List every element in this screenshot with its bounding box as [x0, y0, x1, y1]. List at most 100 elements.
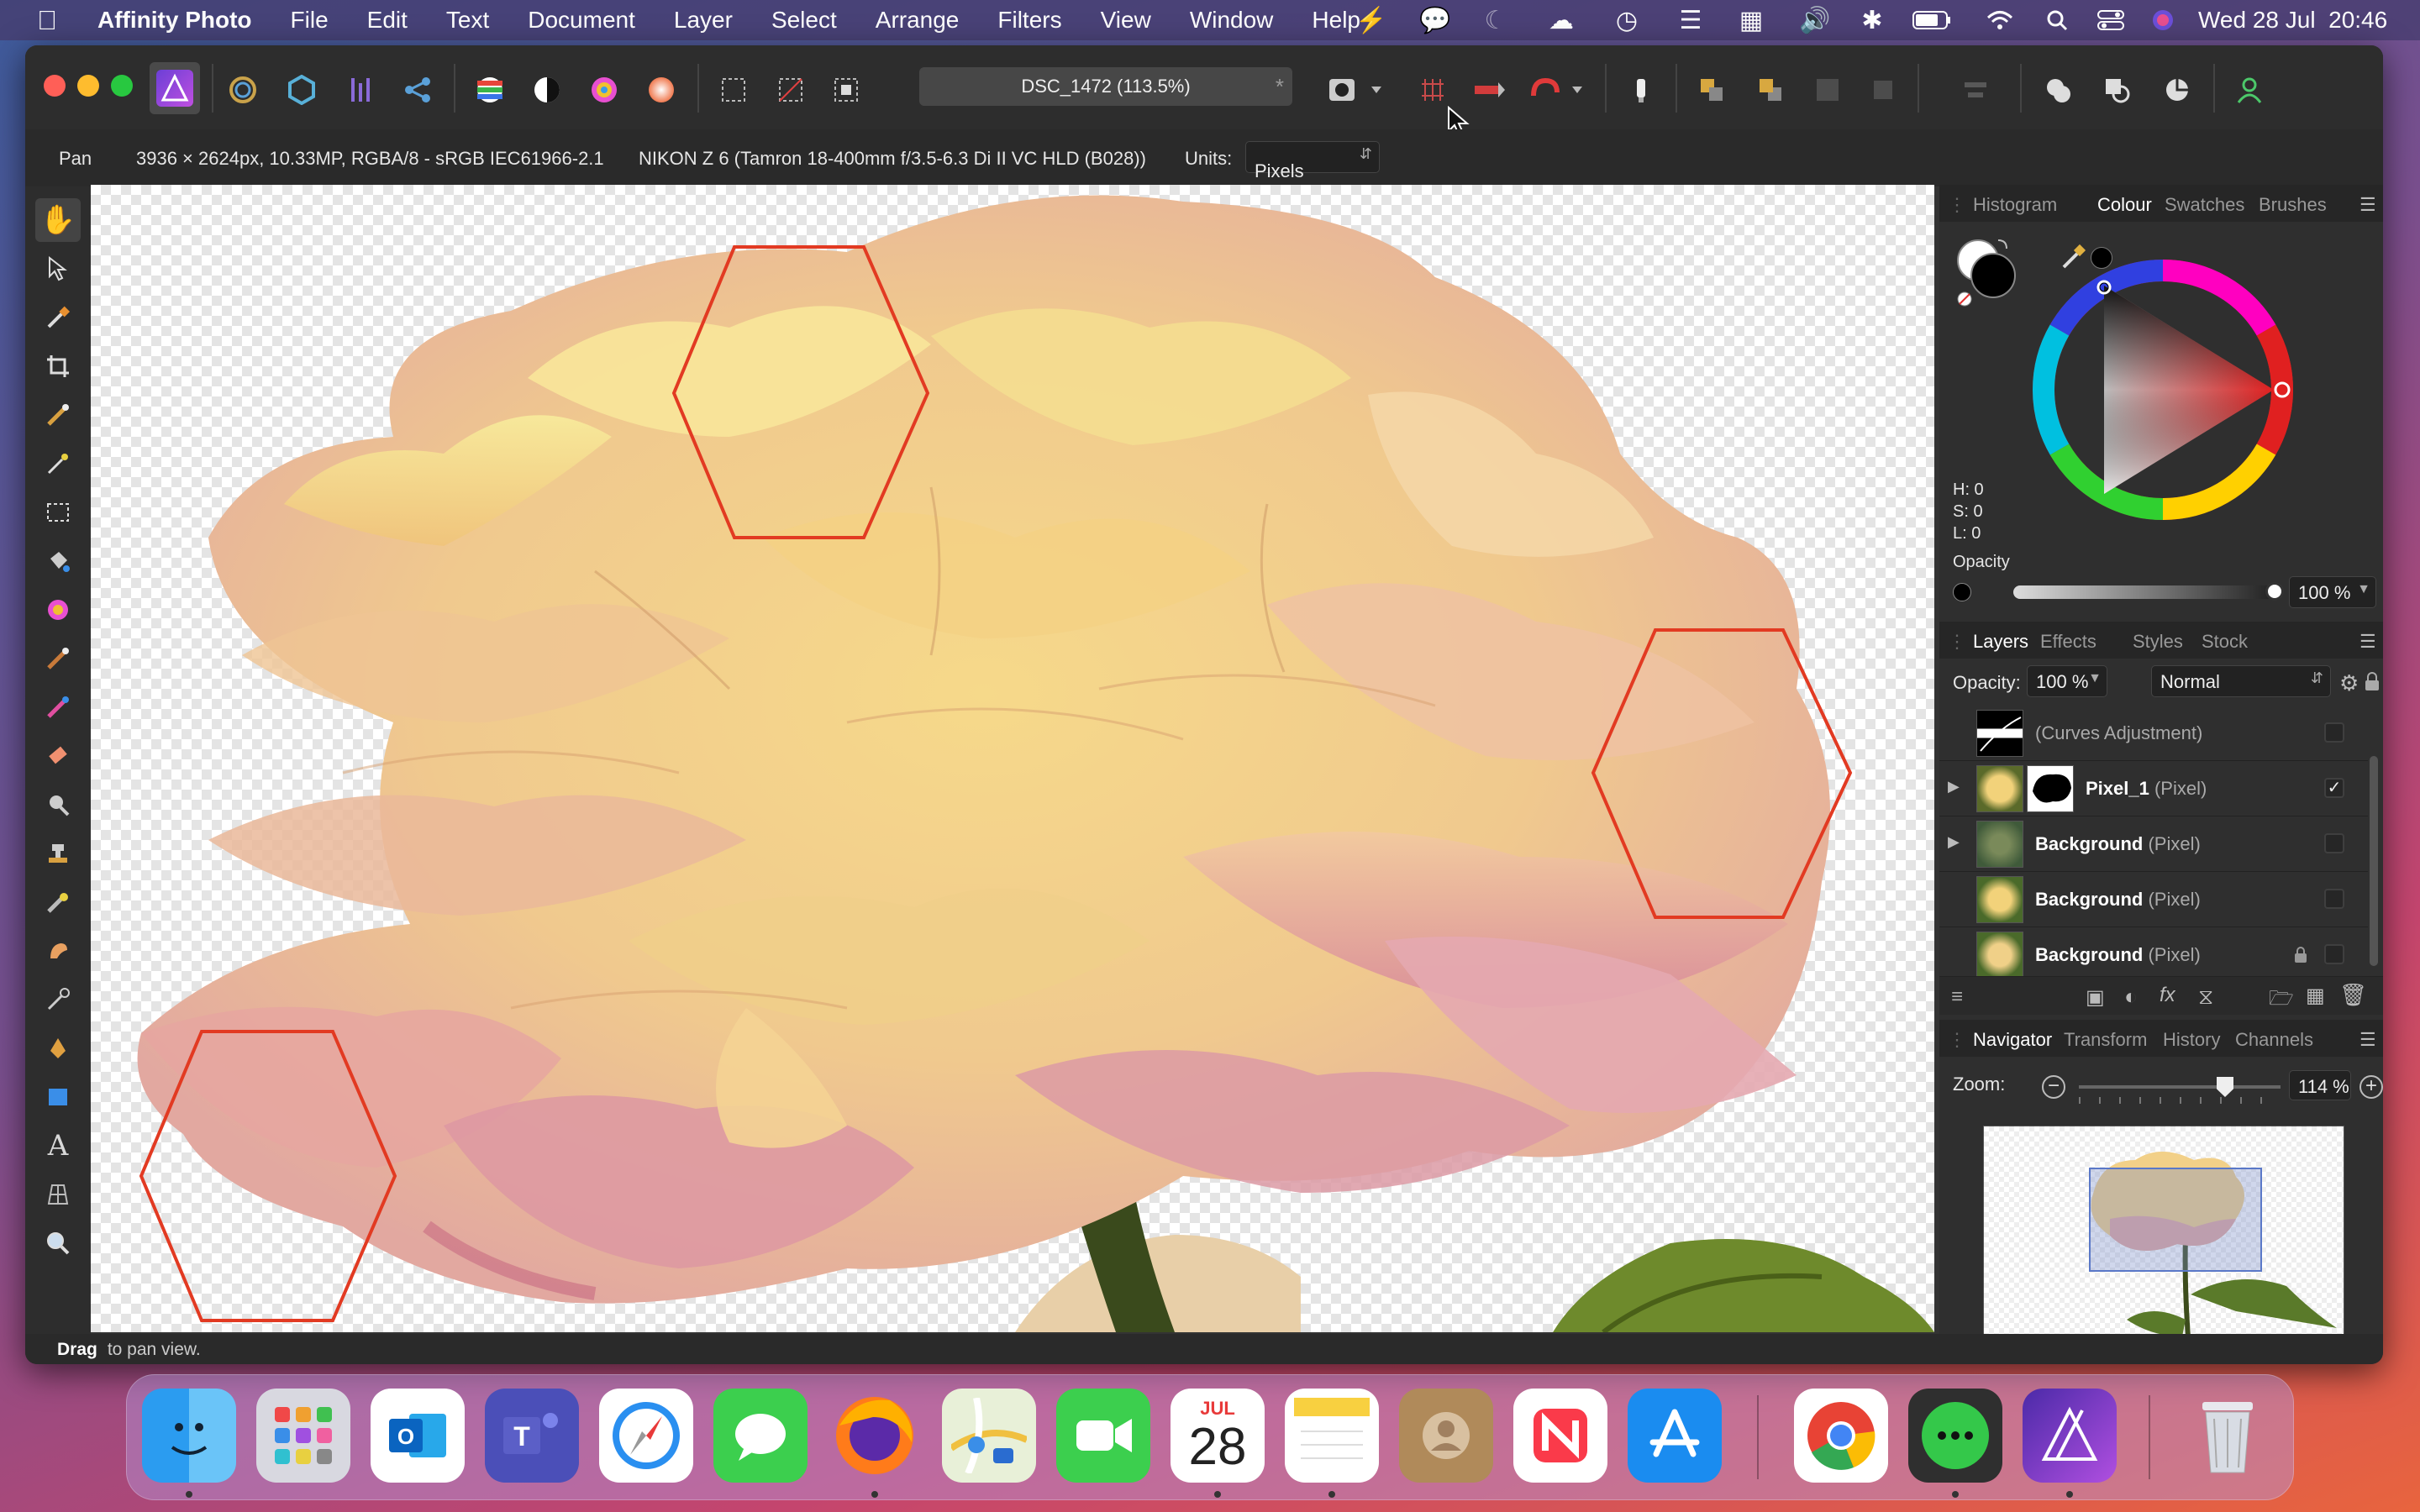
document-close-icon[interactable]: *	[1276, 67, 1284, 106]
artistic-text-tool-icon[interactable]: A	[35, 1124, 81, 1168]
zoom-field[interactable]: 114 %	[2289, 1070, 2351, 1100]
boolean-add-icon[interactable]	[2035, 69, 2081, 111]
tab-effects[interactable]: Effects	[2040, 631, 2096, 653]
wifi-icon[interactable]	[1981, 0, 2018, 40]
zoom-slider[interactable]	[2079, 1077, 2281, 1104]
flood-select-tool-icon[interactable]	[35, 442, 81, 486]
layer-row[interactable]: ▶ Background (Pixel)	[1939, 816, 2368, 872]
firefox-icon[interactable]	[828, 1389, 922, 1483]
layer-visibility-checkbox[interactable]	[2324, 722, 2344, 743]
fill-layer-icon[interactable]: ⧖	[2198, 984, 2213, 1011]
liquify-persona-icon[interactable]	[220, 69, 266, 111]
tab-channels[interactable]: Channels	[2235, 1029, 2313, 1051]
erase-brush-tool-icon[interactable]	[35, 734, 81, 778]
layer-visibility-checkbox[interactable]	[2324, 889, 2344, 909]
panel-menu-icon[interactable]: ☰	[2360, 631, 2376, 653]
layer-row[interactable]: Background (Pixel)	[1939, 872, 2368, 927]
menu-edit[interactable]: Edit	[367, 7, 408, 34]
paint-brush-tool-icon[interactable]	[35, 637, 81, 680]
clock-icon[interactable]: ◷	[1610, 0, 1644, 40]
snapping-grid-icon[interactable]	[1410, 69, 1455, 111]
boolean-subtract-icon[interactable]	[2094, 69, 2139, 111]
rectangle-tool-icon[interactable]	[35, 1075, 81, 1119]
tone-mapping-persona-icon[interactable]	[339, 69, 385, 111]
maps-icon[interactable]	[942, 1389, 1036, 1483]
menu-filters[interactable]: Filters	[997, 7, 1061, 34]
hsl-adjustment-icon[interactable]	[581, 69, 627, 111]
panel-menu-icon[interactable]: ☰	[2360, 1029, 2376, 1051]
navigator-preview[interactable]	[1983, 1126, 2344, 1364]
layer-opacity-field[interactable]: 100 % ▼	[2027, 665, 2107, 697]
quick-mask-icon[interactable]	[1321, 69, 1393, 111]
tab-history[interactable]: History	[2163, 1029, 2220, 1051]
units-dropdown[interactable]: Pixels ⇵	[1245, 141, 1380, 181]
align-icon[interactable]	[1953, 69, 1998, 111]
tab-layers[interactable]: Layers	[1973, 631, 2028, 653]
levels-adjustment-icon[interactable]	[467, 69, 513, 111]
layer-row[interactable]: (Curves Adjustment)	[1939, 706, 2368, 761]
menu-view[interactable]: View	[1101, 7, 1151, 34]
flood-fill-tool-icon[interactable]	[35, 539, 81, 583]
deselect-icon[interactable]	[768, 69, 813, 111]
menu-file[interactable]: File	[291, 7, 329, 34]
affinity-photo-icon[interactable]	[2023, 1389, 2117, 1483]
move-forward-icon[interactable]	[1748, 69, 1793, 111]
tab-swatches[interactable]: Swatches	[2165, 194, 2244, 216]
fill-stroke-selector[interactable]	[1954, 234, 2022, 309]
menu-app-name[interactable]: Affinity Photo	[97, 7, 252, 34]
battery-icon[interactable]	[1909, 0, 1954, 40]
cloud-icon[interactable]: ☁	[1543, 0, 1580, 40]
launchpad-icon[interactable]	[256, 1389, 350, 1483]
move-back-icon[interactable]	[1689, 69, 1734, 111]
tab-navigator[interactable]: Navigator	[1973, 1029, 2052, 1051]
menu-help[interactable]: Help	[1312, 7, 1360, 34]
fx-live-filter-icon[interactable]: fx	[2160, 984, 2175, 1007]
opacity-slider[interactable]	[2013, 582, 2284, 601]
contacts-icon[interactable]	[1399, 1389, 1493, 1483]
arrow-tool-icon[interactable]	[1467, 69, 1512, 111]
panel-menu-icon[interactable]: ☰	[2360, 194, 2376, 216]
layer-visibility-checkbox[interactable]	[2324, 944, 2344, 964]
opacity-slider-handle[interactable]	[2265, 582, 2284, 601]
expand-triangle-icon[interactable]: ▶	[1948, 833, 1960, 851]
teams-icon[interactable]: T	[485, 1389, 579, 1483]
trash-icon[interactable]	[2181, 1389, 2275, 1483]
menu-text[interactable]: Text	[446, 7, 489, 34]
marquee-selection-icon[interactable]	[711, 69, 756, 111]
move-tool-icon[interactable]	[35, 247, 81, 291]
calendar-icon[interactable]: JUL 28	[1171, 1389, 1265, 1483]
stack-icon[interactable]: ☰	[1672, 0, 1709, 40]
layer-lock-icon[interactable]	[2365, 672, 2380, 696]
blend-mode-dropdown[interactable]: Normal ⇵	[2151, 665, 2331, 697]
mask-layer-icon[interactable]: ▣	[2086, 985, 2105, 1010]
apple-icon[interactable]: 	[37, 5, 57, 36]
menu-layer[interactable]: Layer	[674, 7, 733, 34]
tab-histogram[interactable]: Histogram	[1973, 194, 2057, 216]
mesh-warp-tool-icon[interactable]	[35, 978, 81, 1021]
zoom-slider-handle[interactable]	[2217, 1077, 2233, 1097]
bolt-icon[interactable]: ⚡	[1355, 0, 1388, 40]
outlook-icon[interactable]: O	[371, 1389, 465, 1483]
facetime-icon[interactable]	[1056, 1389, 1150, 1483]
chat-app-icon[interactable]	[1908, 1389, 2002, 1483]
adjustment-layer-icon[interactable]: ◐	[2124, 984, 2138, 1010]
photo-persona-icon[interactable]	[150, 62, 200, 114]
control-center-icon[interactable]	[2092, 0, 2129, 40]
dodge-tool-icon[interactable]	[35, 783, 81, 827]
snapping-magnet-icon[interactable]	[1524, 69, 1591, 111]
moon-icon[interactable]: ☾	[1479, 0, 1512, 40]
finder-icon[interactable]	[142, 1389, 236, 1483]
notes-icon[interactable]	[1285, 1389, 1379, 1483]
zoom-window-button[interactable]	[111, 75, 133, 97]
memory-icon[interactable]: ▦	[1734, 0, 1768, 40]
contrast-adjustment-icon[interactable]	[524, 69, 570, 111]
menu-select[interactable]: Select	[771, 7, 837, 34]
view-tool-hand-icon[interactable]: ✋	[35, 198, 81, 242]
rectangular-marquee-tool-icon[interactable]	[35, 491, 81, 534]
layer-visibility-checkbox[interactable]	[2324, 833, 2344, 853]
pen-tool-icon[interactable]	[35, 1026, 81, 1070]
bluetooth-icon[interactable]: ✱	[1857, 0, 1887, 40]
tab-brushes[interactable]: Brushes	[2259, 194, 2327, 216]
blemish-removal-tool-icon[interactable]	[35, 880, 81, 924]
menu-window[interactable]: Window	[1190, 7, 1274, 34]
